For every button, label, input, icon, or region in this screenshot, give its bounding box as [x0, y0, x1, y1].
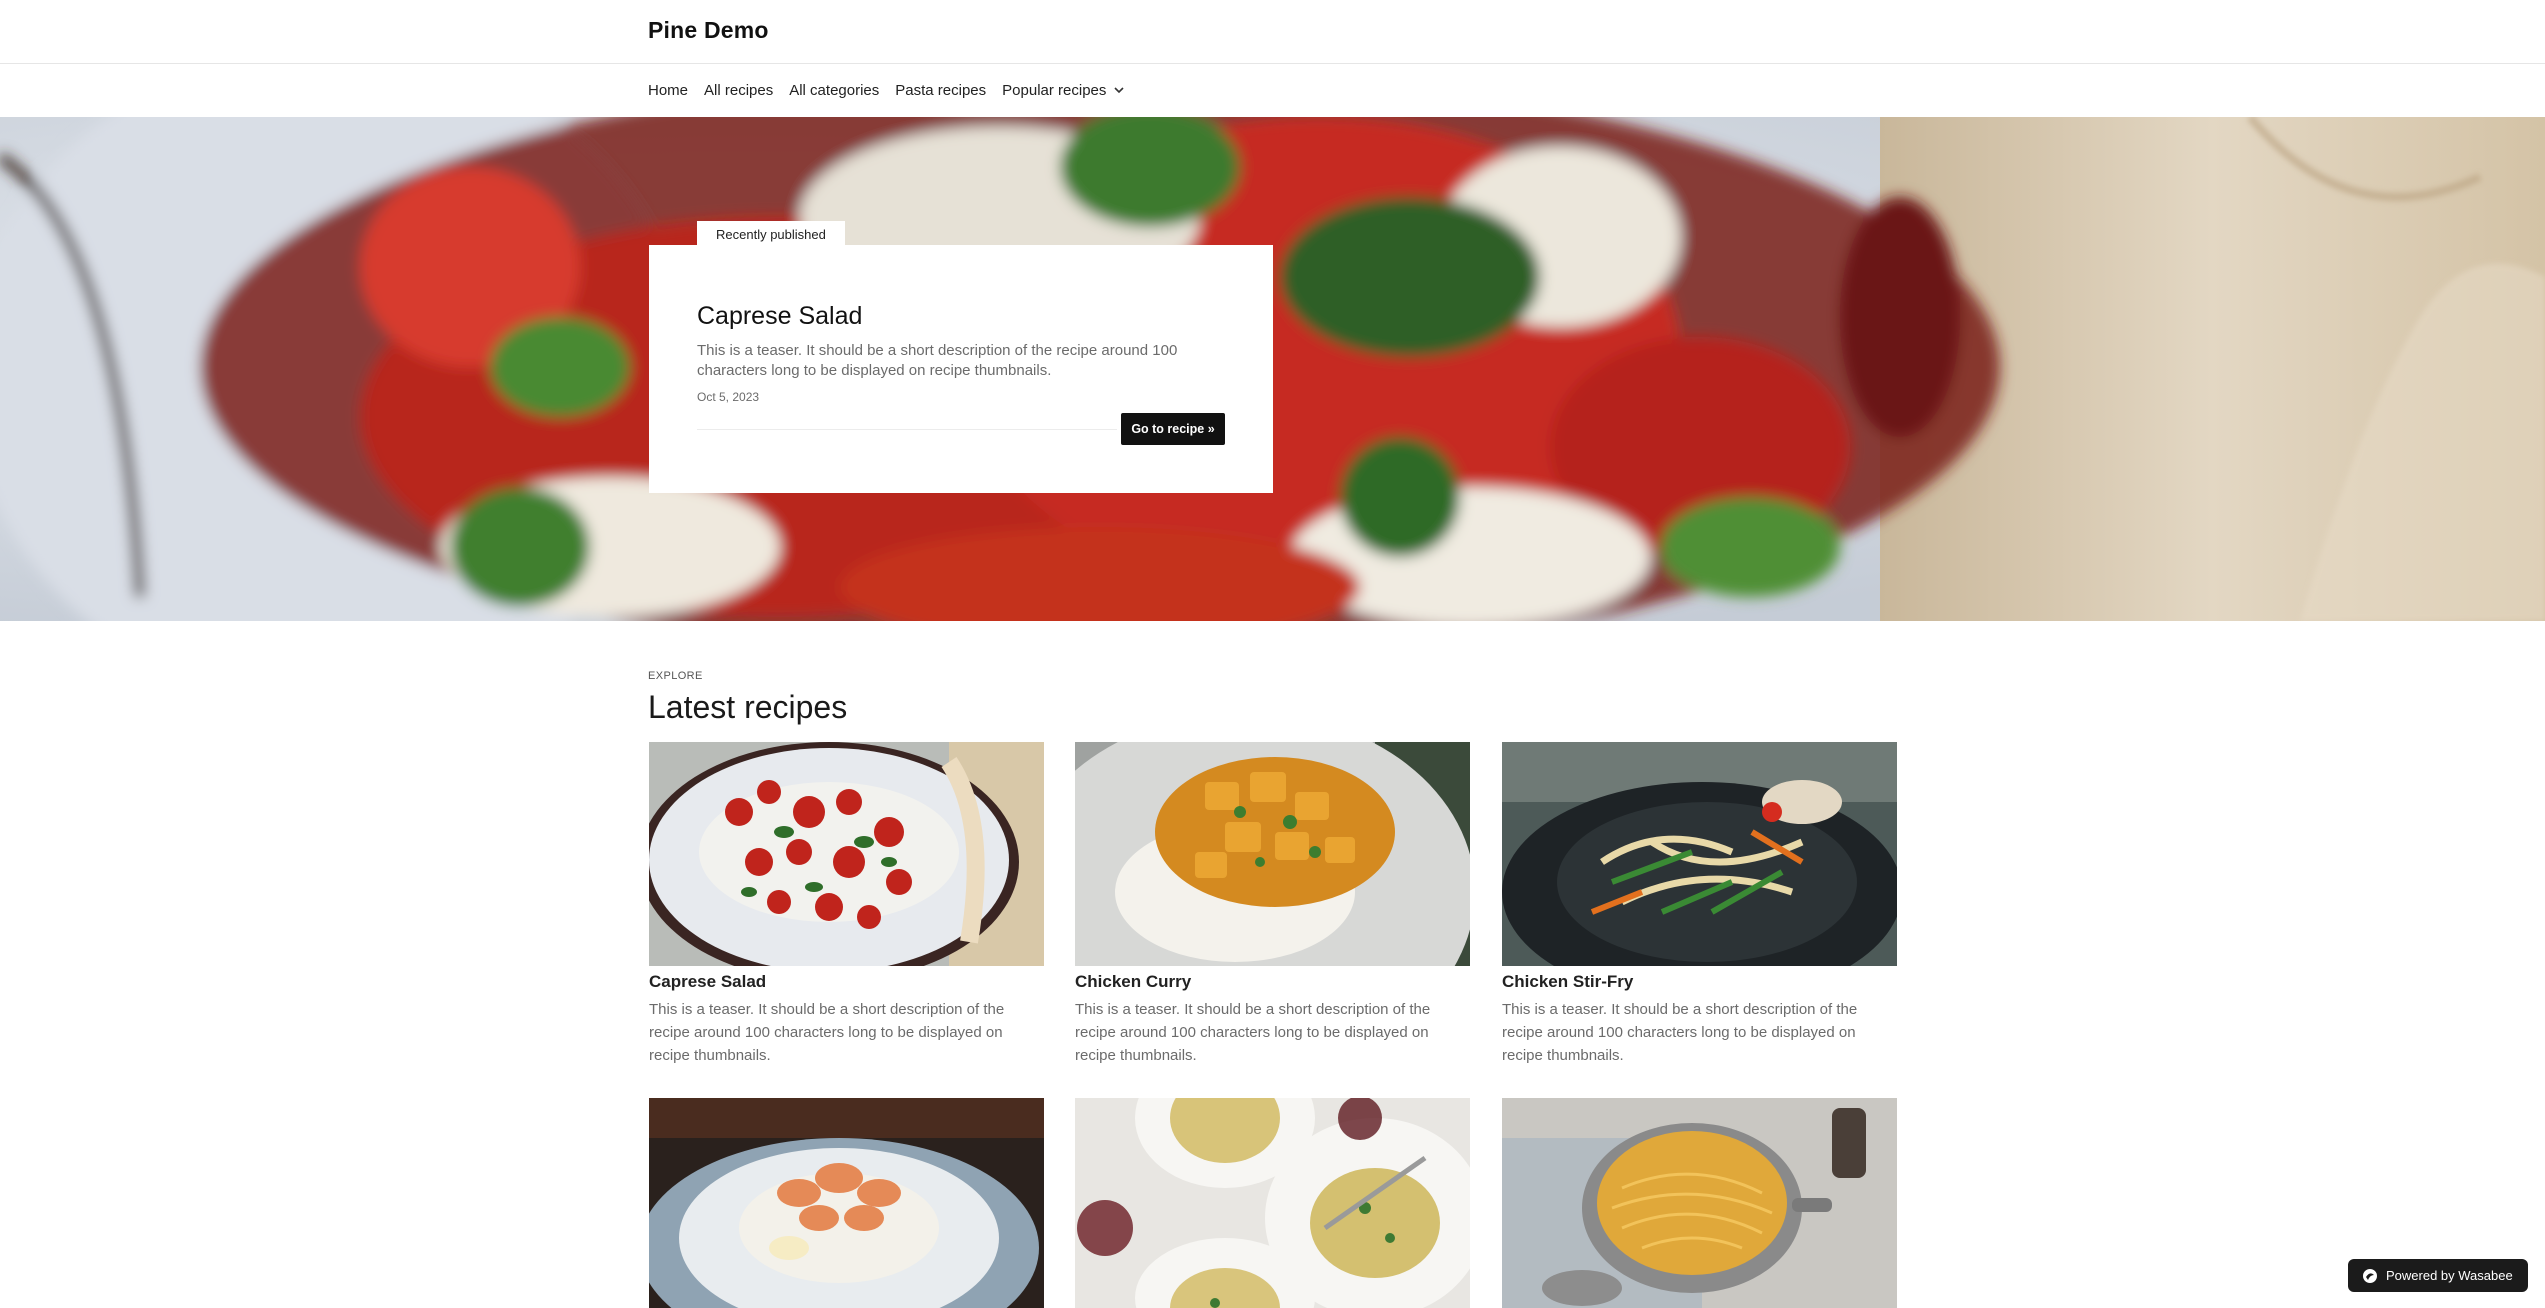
recipe-image-shrimp[interactable]: [649, 1098, 1044, 1308]
section-kicker: EXPLORE: [648, 670, 703, 682]
hero-divider: [697, 429, 1117, 430]
recipe-title[interactable]: Chicken Curry: [1075, 972, 1470, 992]
recipe-card[interactable]: Chicken Stir-Fry This is a teaser. It sh…: [1502, 742, 1897, 1067]
recipe-title[interactable]: Caprese Salad: [649, 972, 1044, 992]
powered-by-label: Powered by Wasabee: [2386, 1268, 2513, 1283]
nav-item-all-categories[interactable]: All categories: [789, 82, 879, 99]
nav-item-popular-recipes[interactable]: Popular recipes: [1002, 82, 1126, 99]
wasabee-logo-icon: [2363, 1268, 2377, 1283]
nav-list: Home All recipes All categories Pasta re…: [648, 64, 1126, 116]
recipe-image-chicken-curry[interactable]: [1075, 742, 1470, 966]
recipe-image-chicken-stir-fry[interactable]: [1502, 742, 1897, 966]
site-title[interactable]: Pine Demo: [648, 17, 769, 44]
recipe-teaser: This is a teaser. It should be a short d…: [649, 1001, 1005, 1064]
nav-item-home[interactable]: Home: [648, 82, 688, 99]
recently-published-tab: Recently published: [697, 221, 845, 247]
nav-item-pasta-recipes[interactable]: Pasta recipes: [895, 82, 986, 99]
powered-by-badge[interactable]: Powered by Wasabee: [2348, 1259, 2528, 1292]
recipe-card[interactable]: [1502, 1098, 1897, 1308]
recipe-image-spaghetti-pan[interactable]: [1502, 1098, 1897, 1308]
recipe-card[interactable]: Caprese Salad This is a teaser. It shoul…: [649, 742, 1044, 1067]
recipe-image-pasta-plates[interactable]: [1075, 1098, 1470, 1308]
section-title: Latest recipes: [648, 689, 848, 725]
recipe-image-caprese-salad[interactable]: [649, 742, 1044, 966]
nav-item-popular-recipes-label: Popular recipes: [1002, 81, 1107, 99]
hero-card: Caprese Salad This is a teaser. It shoul…: [649, 245, 1273, 493]
recipe-card[interactable]: [649, 1098, 1044, 1308]
main-nav: Home All recipes All categories Pasta re…: [0, 64, 2545, 116]
go-to-recipe-button[interactable]: Go to recipe »: [1121, 413, 1225, 445]
hero-teaser: This is a teaser. It should be a short d…: [697, 342, 1178, 379]
site-header: Pine Demo: [0, 0, 2545, 64]
recipe-card[interactable]: [1075, 1098, 1470, 1308]
chevron-down-icon: [1114, 87, 1124, 94]
hero-date: Oct 5, 2023: [697, 390, 760, 404]
nav-item-all-recipes[interactable]: All recipes: [704, 82, 773, 99]
recipe-card[interactable]: Chicken Curry This is a teaser. It shoul…: [1075, 742, 1470, 1067]
hero-title[interactable]: Caprese Salad: [697, 302, 862, 331]
recipe-teaser: This is a teaser. It should be a short d…: [1502, 1001, 1858, 1064]
recipe-teaser: This is a teaser. It should be a short d…: [1075, 1001, 1431, 1064]
recipe-title[interactable]: Chicken Stir-Fry: [1502, 972, 1897, 992]
